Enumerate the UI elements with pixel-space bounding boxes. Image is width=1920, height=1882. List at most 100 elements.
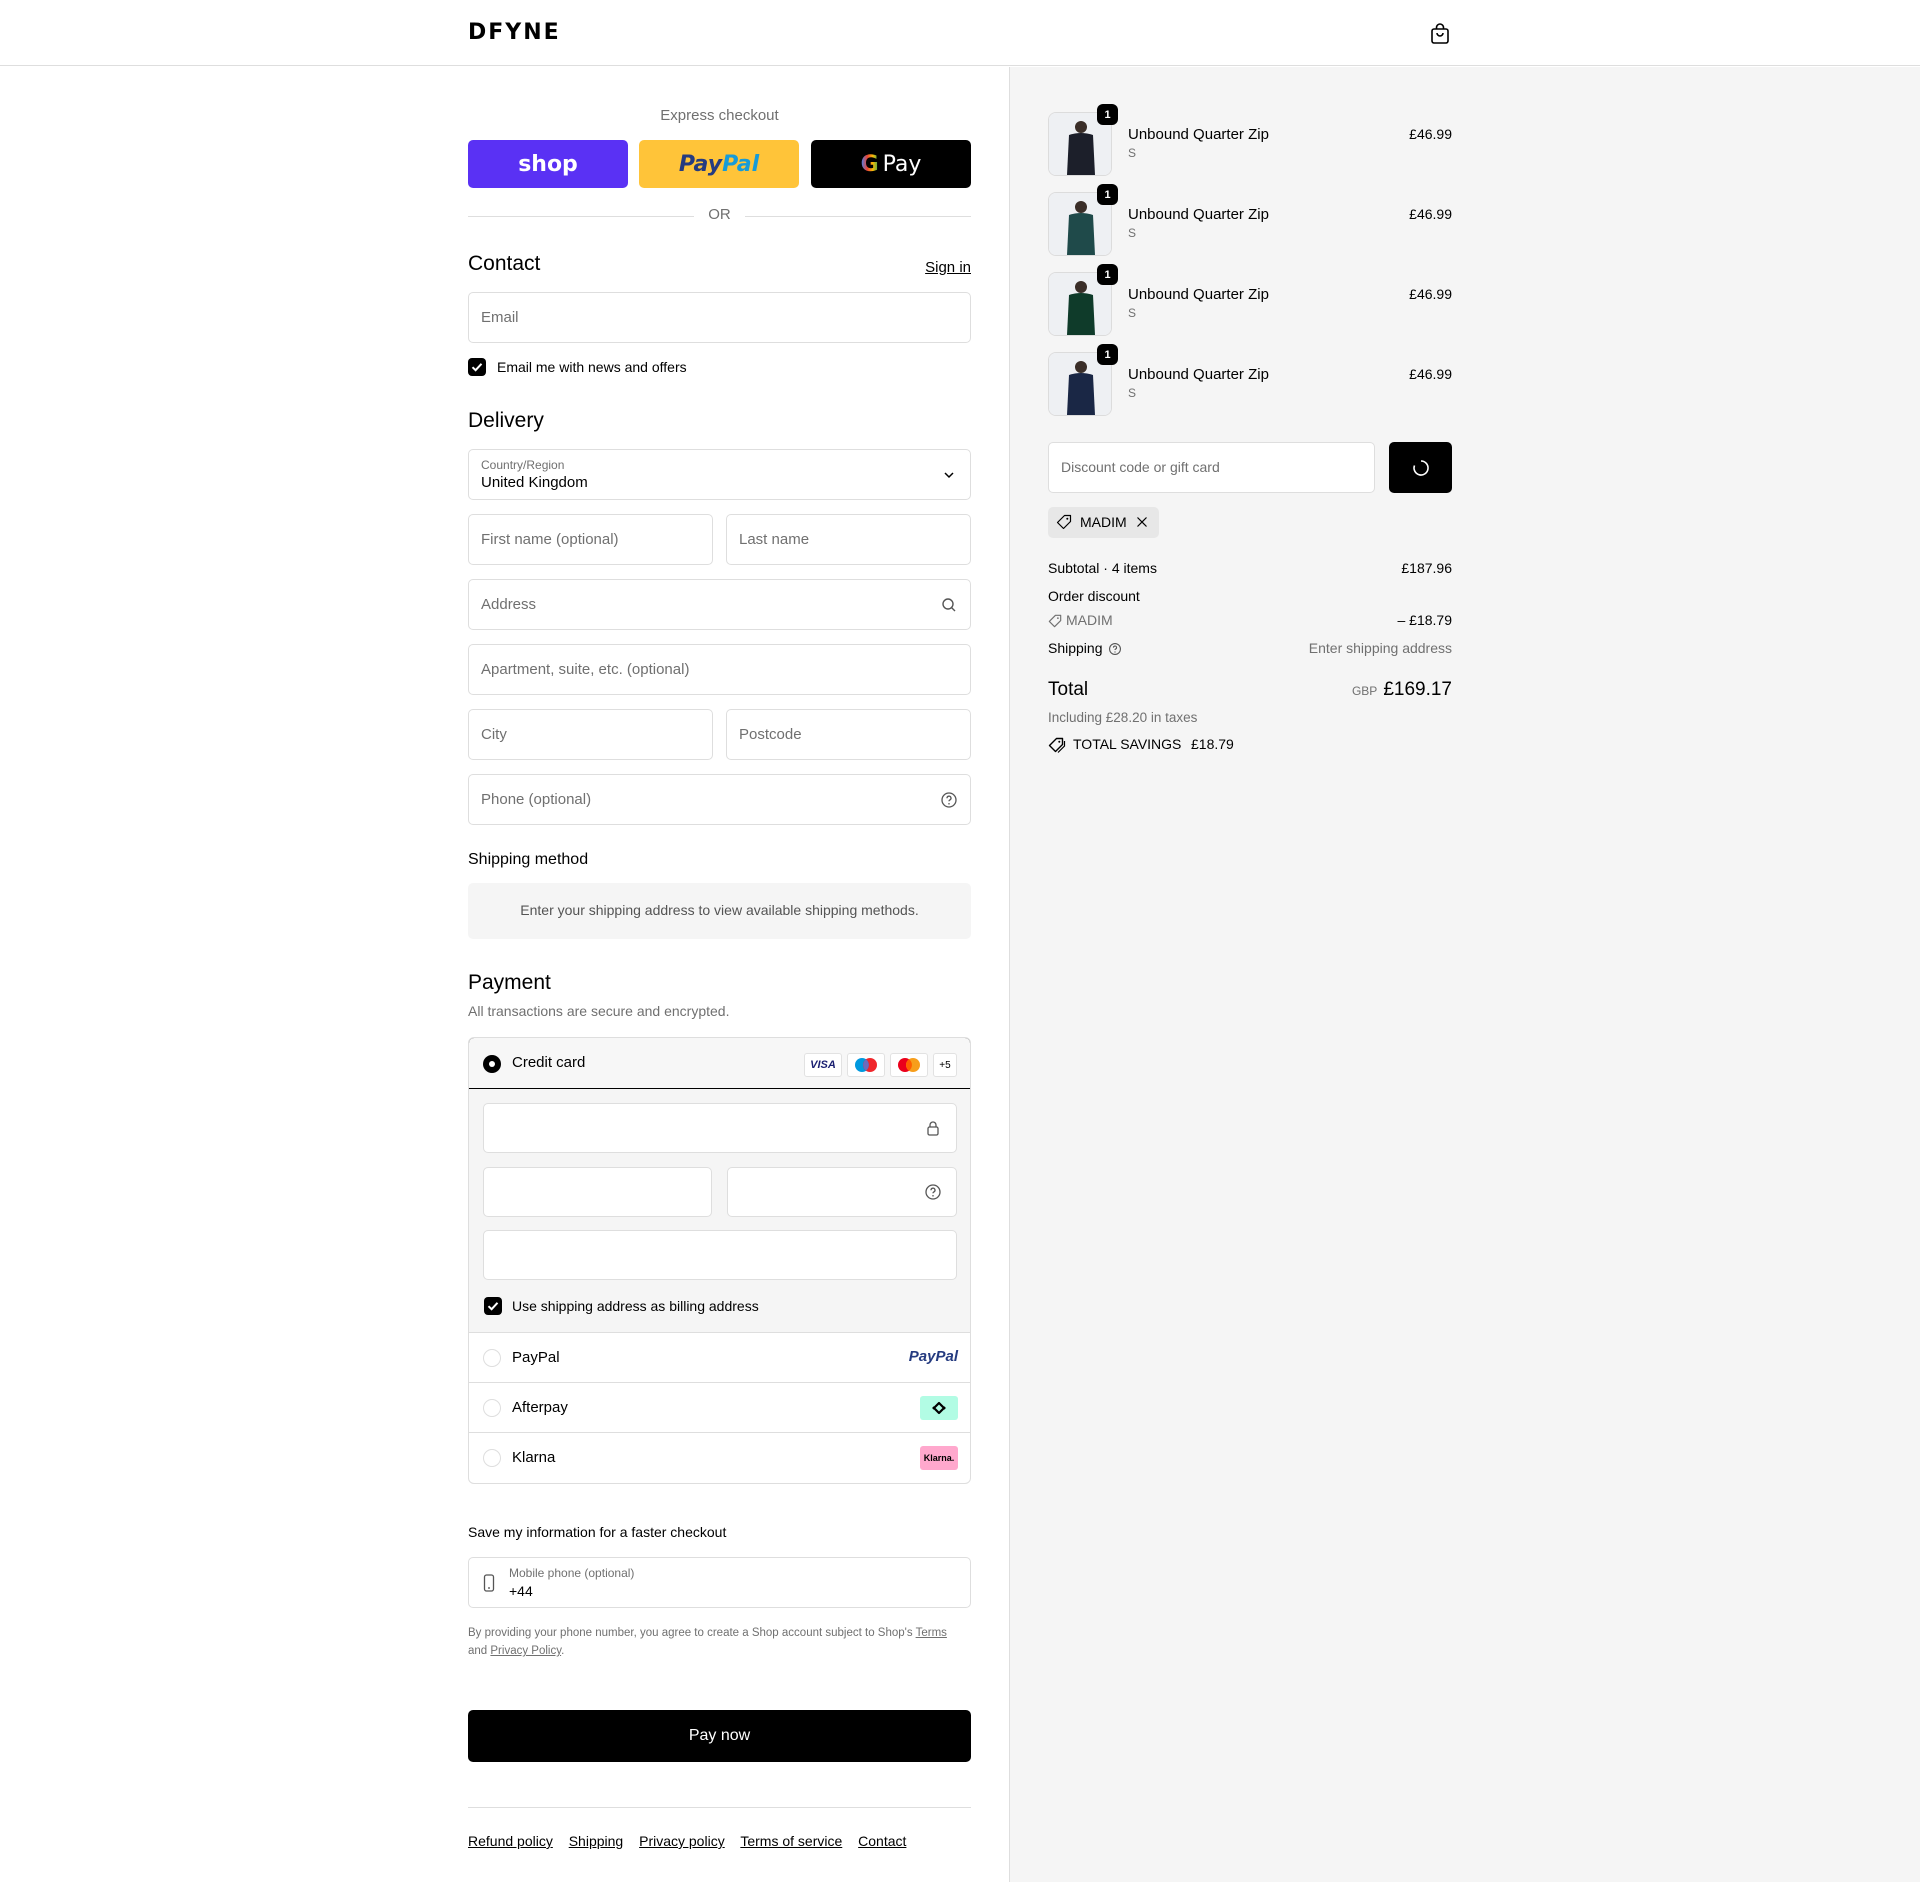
apartment-field[interactable]: Apartment, suite, etc. (optional) (468, 644, 971, 695)
search-icon (942, 598, 956, 612)
paypal-express-button[interactable]: Pay Pal (639, 140, 799, 188)
terms-of-service-link[interactable]: Terms of service (740, 1833, 842, 1849)
first-name-placeholder: First name (optional) (481, 531, 619, 548)
shipping-value: Enter shipping address (1308, 640, 1452, 656)
apply-discount-button[interactable] (1389, 442, 1452, 493)
terms-link[interactable]: Terms (916, 1627, 947, 1639)
quantity-badge: 1 (1097, 344, 1118, 365)
save-info-heading: Save my information for a faster checkou… (468, 1524, 727, 1540)
newsletter-checkbox[interactable] (468, 358, 486, 376)
loading-spinner-icon (1413, 460, 1429, 476)
total-label: Total (1048, 679, 1089, 700)
sign-in-link[interactable]: Sign in (925, 259, 971, 276)
or-divider: OR (468, 206, 971, 226)
afterpay-label: Afterpay (512, 1399, 568, 1416)
country-value: United Kingdom (481, 474, 588, 491)
quantity-badge: 1 (1097, 264, 1118, 285)
last-name-field[interactable]: Last name (726, 514, 971, 565)
item-name: Unbound Quarter Zip (1128, 126, 1269, 143)
shipping-row: Shipping Enter shipping address (1048, 640, 1452, 656)
more-cards-badge: +5 (933, 1053, 957, 1077)
city-field[interactable]: City (468, 709, 713, 760)
credit-card-option[interactable]: Credit card VISA +5 (469, 1038, 970, 1089)
item-variant: S (1128, 306, 1137, 320)
postcode-placeholder: Postcode (739, 726, 802, 743)
mobile-phone-field[interactable]: Mobile phone (optional) +44 (468, 1557, 971, 1608)
expiry-field[interactable] (483, 1167, 712, 1217)
item-price: £46.99 (1409, 126, 1452, 142)
subtotal-value: £187.96 (1401, 560, 1452, 576)
tag-icon (1056, 514, 1072, 530)
google-pay-label: Pay (882, 151, 922, 177)
shipping-method-notice: Enter your shipping address to view avai… (468, 883, 971, 939)
order-summary-panel (1009, 67, 1920, 1882)
google-pay-button[interactable]: G Pay (811, 140, 971, 188)
cart-item: 1 Unbound Quarter Zip S £46.99 (1048, 344, 1452, 416)
lock-icon (927, 1121, 939, 1136)
shipping-policy-link[interactable]: Shipping (569, 1833, 624, 1849)
paypal-label-pay: Pay (678, 151, 723, 177)
billing-same-checkbox[interactable] (484, 1297, 502, 1315)
email-placeholder: Email (481, 309, 519, 326)
help-circle-icon[interactable] (940, 791, 958, 809)
country-label: Country/Region (481, 458, 565, 472)
help-circle-icon[interactable] (924, 1183, 942, 1201)
payment-methods: Credit card VISA +5 Use shipping address… (468, 1037, 971, 1484)
cart-item: 1 Unbound Quarter Zip S £46.99 (1048, 104, 1452, 176)
afterpay-radio[interactable] (483, 1399, 501, 1417)
footer-links: Refund policy Shipping Privacy policy Te… (468, 1833, 918, 1849)
visa-icon: VISA (804, 1053, 842, 1077)
shipping-method-heading: Shipping method (468, 851, 589, 868)
shipping-method-message: Enter your shipping address to view avai… (520, 902, 919, 918)
order-discount-label: Order discount (1048, 588, 1140, 604)
shop-legal-text: By providing your phone number, you agre… (468, 1624, 971, 1660)
total-value: £169.17 (1383, 679, 1452, 700)
security-code-field[interactable] (727, 1167, 957, 1217)
address-field[interactable]: Address (468, 579, 971, 630)
legal-text-2: and (468, 1645, 491, 1657)
phone-field[interactable]: Phone (optional) (468, 774, 971, 825)
postcode-field[interactable]: Postcode (726, 709, 971, 760)
klarna-radio[interactable] (483, 1449, 501, 1467)
first-name-field[interactable]: First name (optional) (468, 514, 713, 565)
shopping-bag-icon[interactable] (1428, 22, 1452, 46)
credit-card-label: Credit card (512, 1054, 586, 1071)
newsletter-label: Email me with news and offers (497, 359, 687, 375)
credit-card-radio[interactable] (483, 1055, 501, 1073)
paypal-radio[interactable] (483, 1349, 501, 1367)
klarna-option[interactable]: Klarna Klarna. (469, 1433, 970, 1483)
paypal-label-pal: Pal (722, 151, 760, 177)
name-on-card-field[interactable] (483, 1230, 957, 1280)
klarna-label: Klarna (512, 1449, 556, 1466)
taxes-note: Including £28.20 in taxes (1048, 710, 1198, 725)
mastercard-icon (890, 1053, 928, 1077)
payment-subtitle: All transactions are secure and encrypte… (468, 1003, 730, 1019)
item-name: Unbound Quarter Zip (1128, 366, 1269, 383)
discount-code-field[interactable]: Discount code or gift card (1048, 442, 1375, 493)
paypal-option[interactable]: PayPal PayPal (469, 1333, 970, 1383)
pay-now-button[interactable]: Pay now (468, 1710, 971, 1762)
country-select[interactable]: Country/Region United Kingdom (468, 449, 971, 500)
delivery-heading: Delivery (468, 409, 544, 432)
privacy-policy-footer-link[interactable]: Privacy policy (639, 1833, 725, 1849)
item-price: £46.99 (1409, 366, 1452, 382)
afterpay-option[interactable]: Afterpay (469, 1383, 970, 1433)
legal-text-1: By providing your phone number, you agre… (468, 1627, 916, 1639)
header: DFYNE (0, 0, 1920, 66)
contact-link[interactable]: Contact (858, 1833, 906, 1849)
brand-logo[interactable]: DFYNE (468, 20, 561, 45)
remove-icon[interactable] (1136, 516, 1148, 528)
tag-icon (1048, 737, 1066, 753)
privacy-policy-link[interactable]: Privacy Policy (490, 1645, 561, 1657)
help-circle-icon[interactable] (1108, 642, 1122, 656)
email-field[interactable]: Email (468, 292, 971, 343)
card-number-field[interactable] (483, 1103, 957, 1153)
google-g-icon: G (860, 151, 879, 177)
refund-policy-link[interactable]: Refund policy (468, 1833, 553, 1849)
chevron-down-icon (944, 472, 954, 479)
maestro-icon (847, 1053, 885, 1077)
last-name-placeholder: Last name (739, 531, 810, 548)
cart-item: 1 Unbound Quarter Zip S £46.99 (1048, 184, 1452, 256)
item-price: £46.99 (1409, 206, 1452, 222)
shop-pay-button[interactable]: shop (468, 140, 628, 188)
